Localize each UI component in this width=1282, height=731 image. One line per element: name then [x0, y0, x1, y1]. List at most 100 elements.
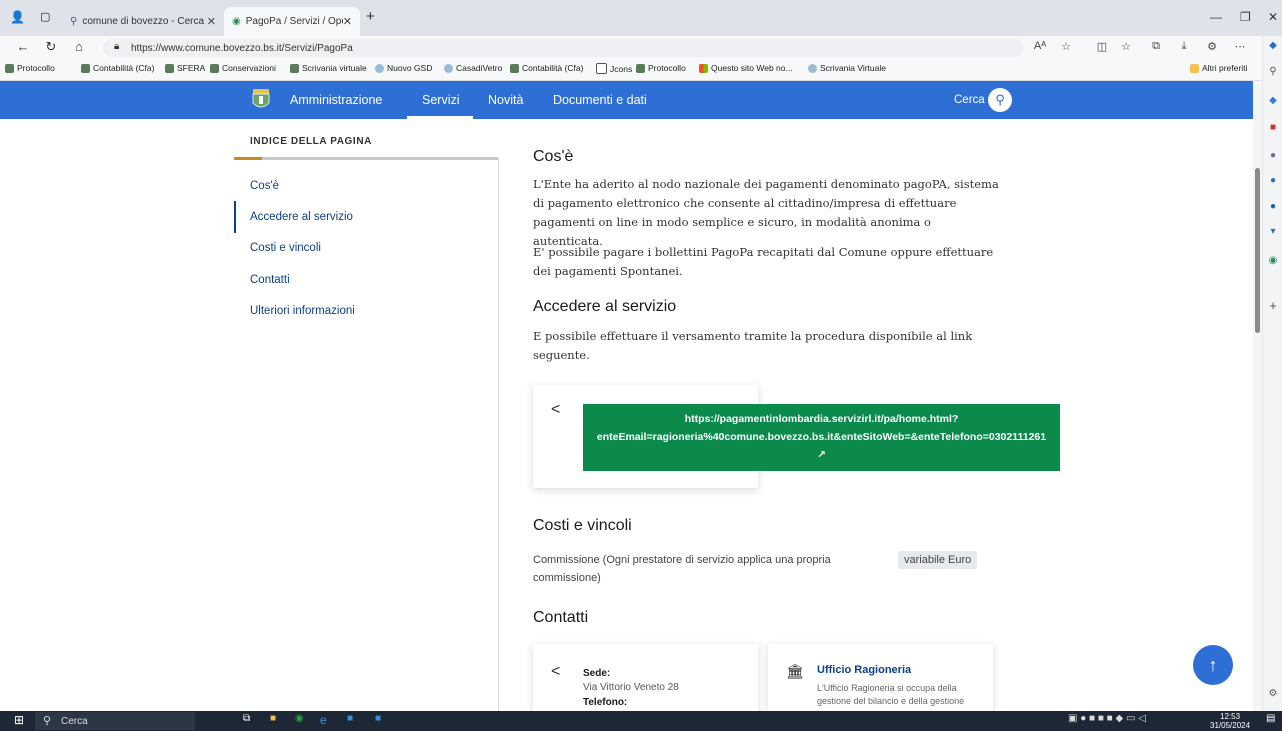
favorite-page-icon: [290, 63, 299, 73]
task-view-icon[interactable]: ⧉: [243, 713, 250, 724]
outlook-icon[interactable]: ●: [1266, 201, 1280, 212]
favorite-item[interactable]: Scrivania virtuale: [290, 63, 367, 73]
back-icon[interactable]: ←: [14, 39, 32, 54]
favorite-page-icon: [636, 63, 645, 73]
favorite-item[interactable]: SFERA: [165, 63, 205, 73]
restore-icon[interactable]: ❐: [1240, 10, 1251, 24]
close-icon[interactable]: ✕: [207, 15, 216, 28]
tab-search[interactable]: ⚲ comune di bovezzo - Cerca ✕: [62, 7, 224, 36]
notifications-icon[interactable]: ▤: [1266, 713, 1275, 724]
read-aloud-icon[interactable]: Aᴬ: [1032, 40, 1048, 52]
phone-label: Telefono:: [583, 697, 628, 708]
search-icon: ⚲: [995, 92, 1005, 107]
taskbar-search-box[interactable]: ⚲ Cerca: [35, 712, 195, 730]
favorite-item[interactable]: CasadiVetro: [444, 63, 502, 73]
toc-progress-fill: [234, 157, 262, 160]
site-app-icon[interactable]: ◉: [1266, 255, 1280, 266]
favorite-item[interactable]: Jcons: [596, 63, 632, 74]
toc-link-ulteriori[interactable]: Ulteriori informazioni: [250, 305, 355, 317]
home-icon[interactable]: ⌂: [70, 39, 88, 54]
back-to-top-button[interactable]: ↑: [1193, 645, 1233, 685]
people-icon[interactable]: ●: [1266, 150, 1280, 161]
profile-icon[interactable]: 👤: [10, 10, 25, 24]
share-icon: <: [551, 401, 561, 418]
split-screen-icon[interactable]: ◫: [1094, 40, 1110, 53]
extensions-icon[interactable]: ⚙: [1204, 40, 1220, 53]
clock[interactable]: 12:53 31/05/2024: [1210, 712, 1250, 730]
close-icon[interactable]: ✕: [343, 15, 352, 28]
search-button[interactable]: ⚲: [988, 88, 1012, 112]
tab-actions-icon[interactable]: ▢: [40, 10, 50, 23]
search-icon[interactable]: ⚲: [1266, 66, 1280, 77]
favorite-star-icon[interactable]: ☆: [1058, 40, 1074, 53]
favorites-icon[interactable]: ☆: [1118, 40, 1134, 53]
office-icon[interactable]: ●: [1266, 175, 1280, 186]
scrollbar-thumb[interactable]: [1255, 168, 1260, 333]
favorite-gear-icon: [808, 63, 817, 73]
search-icon: ⚲: [70, 16, 78, 27]
nav-novita[interactable]: Novità: [488, 81, 523, 119]
favorite-item[interactable]: Protocollo: [5, 63, 55, 73]
close-window-icon[interactable]: ✕: [1268, 10, 1278, 24]
downloads-icon[interactable]: ⤓: [1176, 40, 1192, 53]
toc-link-costi[interactable]: Costi e vincoli: [250, 242, 321, 254]
shopping-icon[interactable]: ■: [1266, 122, 1280, 133]
favorite-page-icon: [165, 63, 174, 73]
favorite-gear-icon: [375, 63, 384, 73]
edge-icon[interactable]: ◉: [295, 713, 304, 724]
section-title-cose: Cos'è: [533, 148, 574, 165]
settings-icon[interactable]: ⚙: [1266, 688, 1280, 699]
toc-link-accedere[interactable]: Accedere al servizio: [250, 211, 353, 223]
url-field[interactable]: 🔒︎ https://www.comune.bovezzo.bs.it/Serv…: [103, 39, 1023, 57]
windows-start-icon[interactable]: ⊞: [14, 713, 24, 727]
nav-servizi[interactable]: Servizi: [422, 81, 460, 119]
toc-active-indicator: [234, 201, 236, 233]
nav-documenti-e-dati[interactable]: Documenti e dati: [553, 81, 647, 119]
url-text: https://www.comune.bovezzo.bs.it/Servizi…: [131, 42, 353, 54]
cose-paragraph-1: L'Ente ha aderito al nodo nazionale dei …: [533, 177, 999, 248]
refresh-icon[interactable]: ↻: [42, 39, 60, 55]
tab-pagopa[interactable]: ◉ PagoPa / Servizi / OpenCity - Co ✕: [224, 7, 360, 36]
internet-explorer-icon[interactable]: e: [320, 713, 327, 727]
favorite-item[interactable]: Contabilità (Cfa): [81, 63, 154, 73]
taskbar-search-text: Cerca: [61, 716, 88, 727]
cose-paragraph-2: E' possibile pagare i bollettini PagoPa …: [533, 245, 994, 278]
crest-icon: [252, 89, 270, 108]
favorite-item[interactable]: Nuovo GSD: [375, 63, 432, 73]
favorite-item[interactable]: Protocollo: [636, 63, 686, 73]
favorite-windows-icon: [699, 63, 708, 73]
building-icon: 🏛︎: [786, 663, 804, 679]
toc-link-cose[interactable]: Cos'è: [250, 180, 279, 192]
share-icon: <: [551, 663, 561, 680]
favorite-item[interactable]: Scrivania Virtuale: [808, 63, 886, 73]
more-icon[interactable]: ⋯: [1232, 40, 1248, 53]
nav-amministrazione[interactable]: Amministrazione: [290, 81, 382, 119]
other-favorites[interactable]: Altri preferiti: [1190, 63, 1247, 73]
section-title-costi: Costi e vincoli: [533, 517, 632, 534]
favorite-gear-icon: [444, 63, 453, 73]
outlook-icon[interactable]: ■: [347, 713, 353, 724]
favorite-item[interactable]: Conservazioni: [210, 63, 276, 73]
minimize-icon[interactable]: —: [1210, 10, 1222, 24]
favorite-item[interactable]: Questo sito Web no...: [699, 63, 793, 73]
new-tab-button[interactable]: +: [366, 8, 375, 25]
word-icon[interactable]: ■: [375, 713, 381, 724]
tools-icon[interactable]: ▾: [1266, 226, 1280, 237]
toc-link-contatti[interactable]: Contatti: [250, 274, 290, 286]
pagopa-link-button[interactable]: https://pagamentinlombardia.servizirl.it…: [583, 404, 1060, 471]
sede-address: Via Vittorio Veneto 28: [583, 682, 679, 693]
toc-title: INDICE DELLA PAGINA: [250, 136, 372, 147]
tag-icon[interactable]: ◆: [1266, 95, 1280, 106]
copilot-icon[interactable]: ◆: [1266, 40, 1280, 51]
search-label[interactable]: Cerca: [954, 81, 985, 119]
file-explorer-icon[interactable]: ■: [270, 713, 276, 724]
toc-divider: [498, 158, 499, 711]
tray-icons[interactable]: ▣ ● ■ ■ ■ ◆ ▭ ◁: [1068, 713, 1146, 724]
external-link-icon: ↗: [817, 449, 826, 461]
add-icon[interactable]: +: [1266, 298, 1280, 313]
favorite-item[interactable]: Contabilità (Cfa): [510, 63, 583, 73]
favorite-page-icon: [81, 63, 90, 73]
ufficio-title[interactable]: Ufficio Ragioneria: [817, 664, 911, 676]
municipality-logo[interactable]: [250, 86, 272, 112]
collections-icon[interactable]: ⧉: [1148, 40, 1164, 53]
